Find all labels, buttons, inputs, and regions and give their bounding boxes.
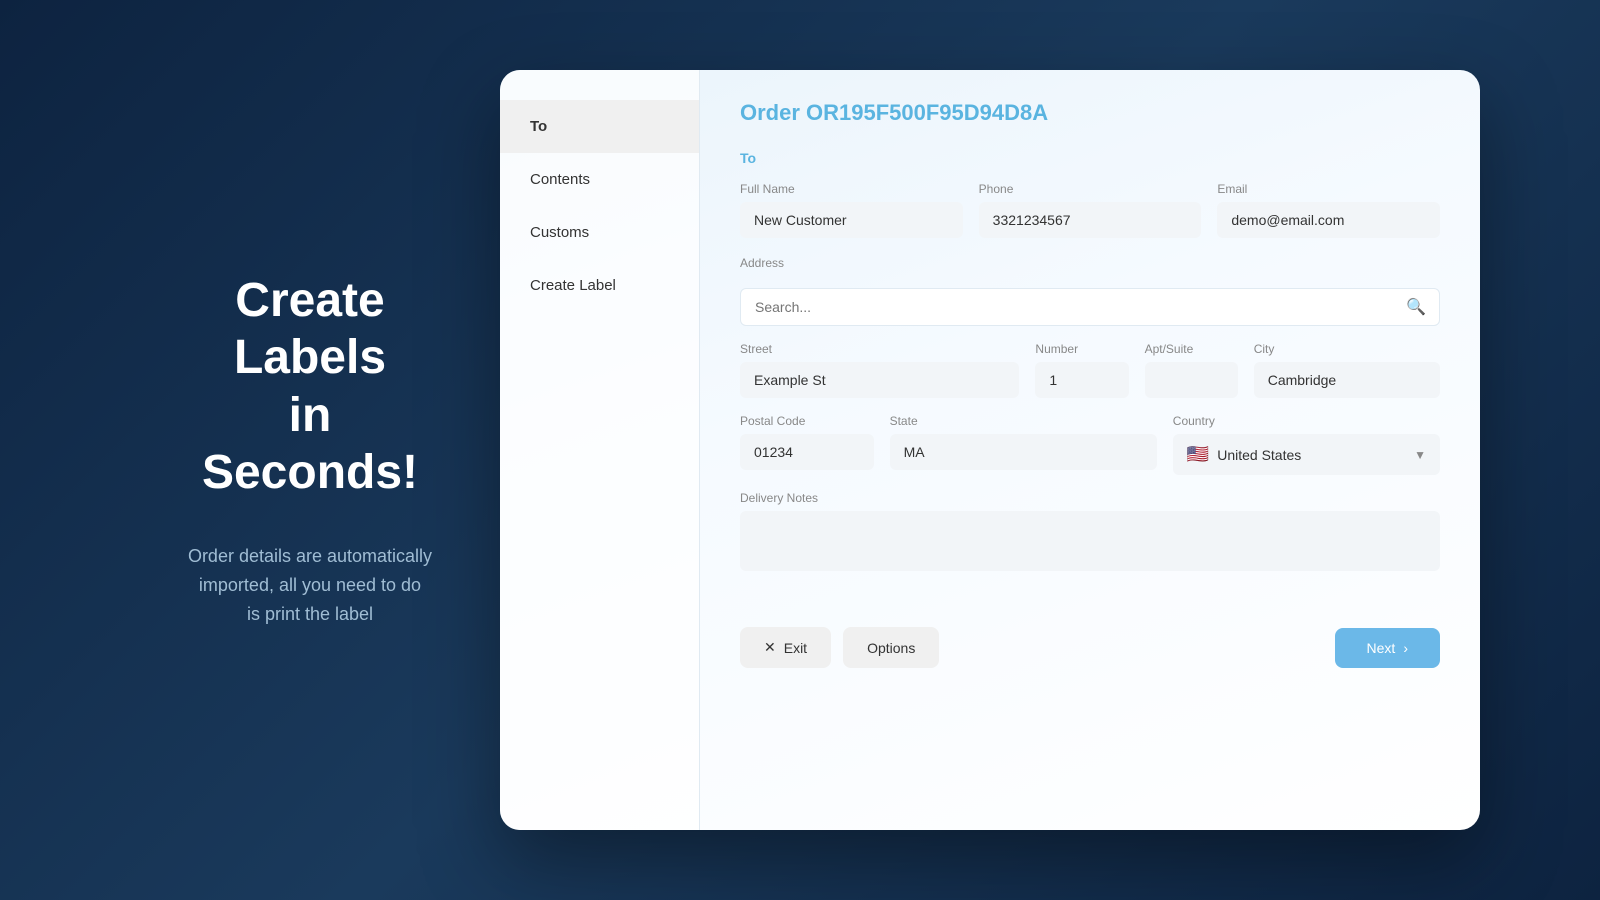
search-icon: 🔍 [1406,297,1426,317]
apt-suite-label: Apt/Suite [1145,342,1238,356]
street-row: Street Number Apt/Suite City [740,342,1440,398]
city-input[interactable] [1254,362,1440,398]
left-panel: Create Labels in Seconds! Order details … [120,232,500,669]
delivery-notes-label: Delivery Notes [740,491,1440,505]
sidebar-item-to[interactable]: To [500,100,699,153]
exit-label: Exit [784,640,807,656]
delivery-notes-input[interactable] [740,511,1440,571]
phone-input[interactable] [979,202,1202,238]
chevron-down-icon: ▼ [1414,448,1426,462]
state-label: State [890,414,1157,428]
footer-left-buttons: ✕ Exit Options [740,627,939,668]
street-group: Street [740,342,1019,398]
city-group: City [1254,342,1440,398]
number-input[interactable] [1035,362,1128,398]
number-group: Number [1035,342,1128,398]
postal-code-label: Postal Code [740,414,874,428]
country-label: Country [1173,414,1440,428]
postal-code-input[interactable] [740,434,874,470]
email-label: Email [1217,182,1440,196]
options-label: Options [867,640,915,656]
country-flag: 🇺🇸 [1187,444,1209,465]
address-search-wrapper: 🔍 [740,288,1440,326]
address-section: Address [740,254,1440,272]
city-label: City [1254,342,1440,356]
sidebar-item-customs[interactable]: Customs [500,206,699,259]
footer-buttons: ✕ Exit Options Next › [740,611,1440,668]
state-group: State [890,414,1157,475]
sidebar-item-create-label[interactable]: Create Label [500,259,699,312]
country-name: United States [1217,447,1406,463]
sidebar-item-contents[interactable]: Contents [500,153,699,206]
modal-wrapper: To Contents Customs Create Label Order O… [500,70,1480,830]
street-input[interactable] [740,362,1019,398]
next-label: Next [1367,640,1396,656]
sidebar: To Contents Customs Create Label [500,70,700,830]
address-search-input[interactable] [740,288,1440,326]
order-title: Order OR195F500F95D94D8A [740,100,1440,126]
number-label: Number [1035,342,1128,356]
name-phone-email-row: Full Name Phone Email [740,182,1440,238]
delivery-notes-group: Delivery Notes [740,491,1440,571]
address-label: Address [740,256,784,270]
options-button[interactable]: Options [843,627,939,668]
apt-suite-group: Apt/Suite [1145,342,1238,398]
state-input[interactable] [890,434,1157,470]
street-label: Street [740,342,1019,356]
main-content: Order OR195F500F95D94D8A To Full Name Ph… [700,70,1480,830]
postal-code-group: Postal Code [740,414,874,475]
hero-subtitle: Order details are automatically imported… [180,542,440,628]
hero-title: Create Labels in Seconds! [180,272,440,502]
full-name-group: Full Name [740,182,963,238]
exit-button[interactable]: ✕ Exit [740,627,831,668]
next-button[interactable]: Next › [1335,628,1440,668]
section-to-label: To [740,150,1440,166]
apt-suite-input[interactable] [1145,362,1238,398]
postal-state-country-row: Postal Code State Country 🇺🇸 United Stat… [740,414,1440,475]
phone-group: Phone [979,182,1202,238]
email-group: Email [1217,182,1440,238]
full-name-input[interactable] [740,202,963,238]
country-group: Country 🇺🇸 United States ▼ [1173,414,1440,475]
country-select[interactable]: 🇺🇸 United States ▼ [1173,434,1440,475]
full-name-label: Full Name [740,182,963,196]
chevron-right-icon: › [1403,640,1408,656]
phone-label: Phone [979,182,1202,196]
x-icon: ✕ [764,639,776,656]
email-input[interactable] [1217,202,1440,238]
